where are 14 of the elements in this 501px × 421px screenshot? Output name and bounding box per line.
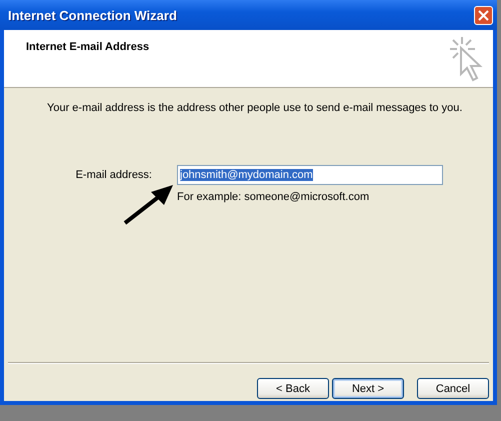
arrow-drawing <box>121 183 175 227</box>
dialog-button[interactable]: < Back <box>257 378 329 399</box>
dialog-button[interactable]: Cancel <box>417 378 489 399</box>
window-title: Internet Connection Wizard <box>8 8 177 22</box>
page-heading: Internet E-mail Address <box>26 41 150 55</box>
close-icon <box>478 10 489 20</box>
email-input-field[interactable]: johnsmith@mydomain.com <box>177 165 443 185</box>
email-label: E-mail address: <box>74 169 152 181</box>
email-value: johnsmith@mydomain.com <box>180 169 313 181</box>
close-button[interactable] <box>474 6 493 24</box>
example-hint: For example: someone@microsoft.com <box>177 191 370 203</box>
next-button[interactable]: Next > <box>332 378 404 399</box>
cursor-sparkle-icon <box>449 36 485 82</box>
description-text: Your e-mail address is the address other people use to send e-mail messages to you. <box>47 102 464 114</box>
